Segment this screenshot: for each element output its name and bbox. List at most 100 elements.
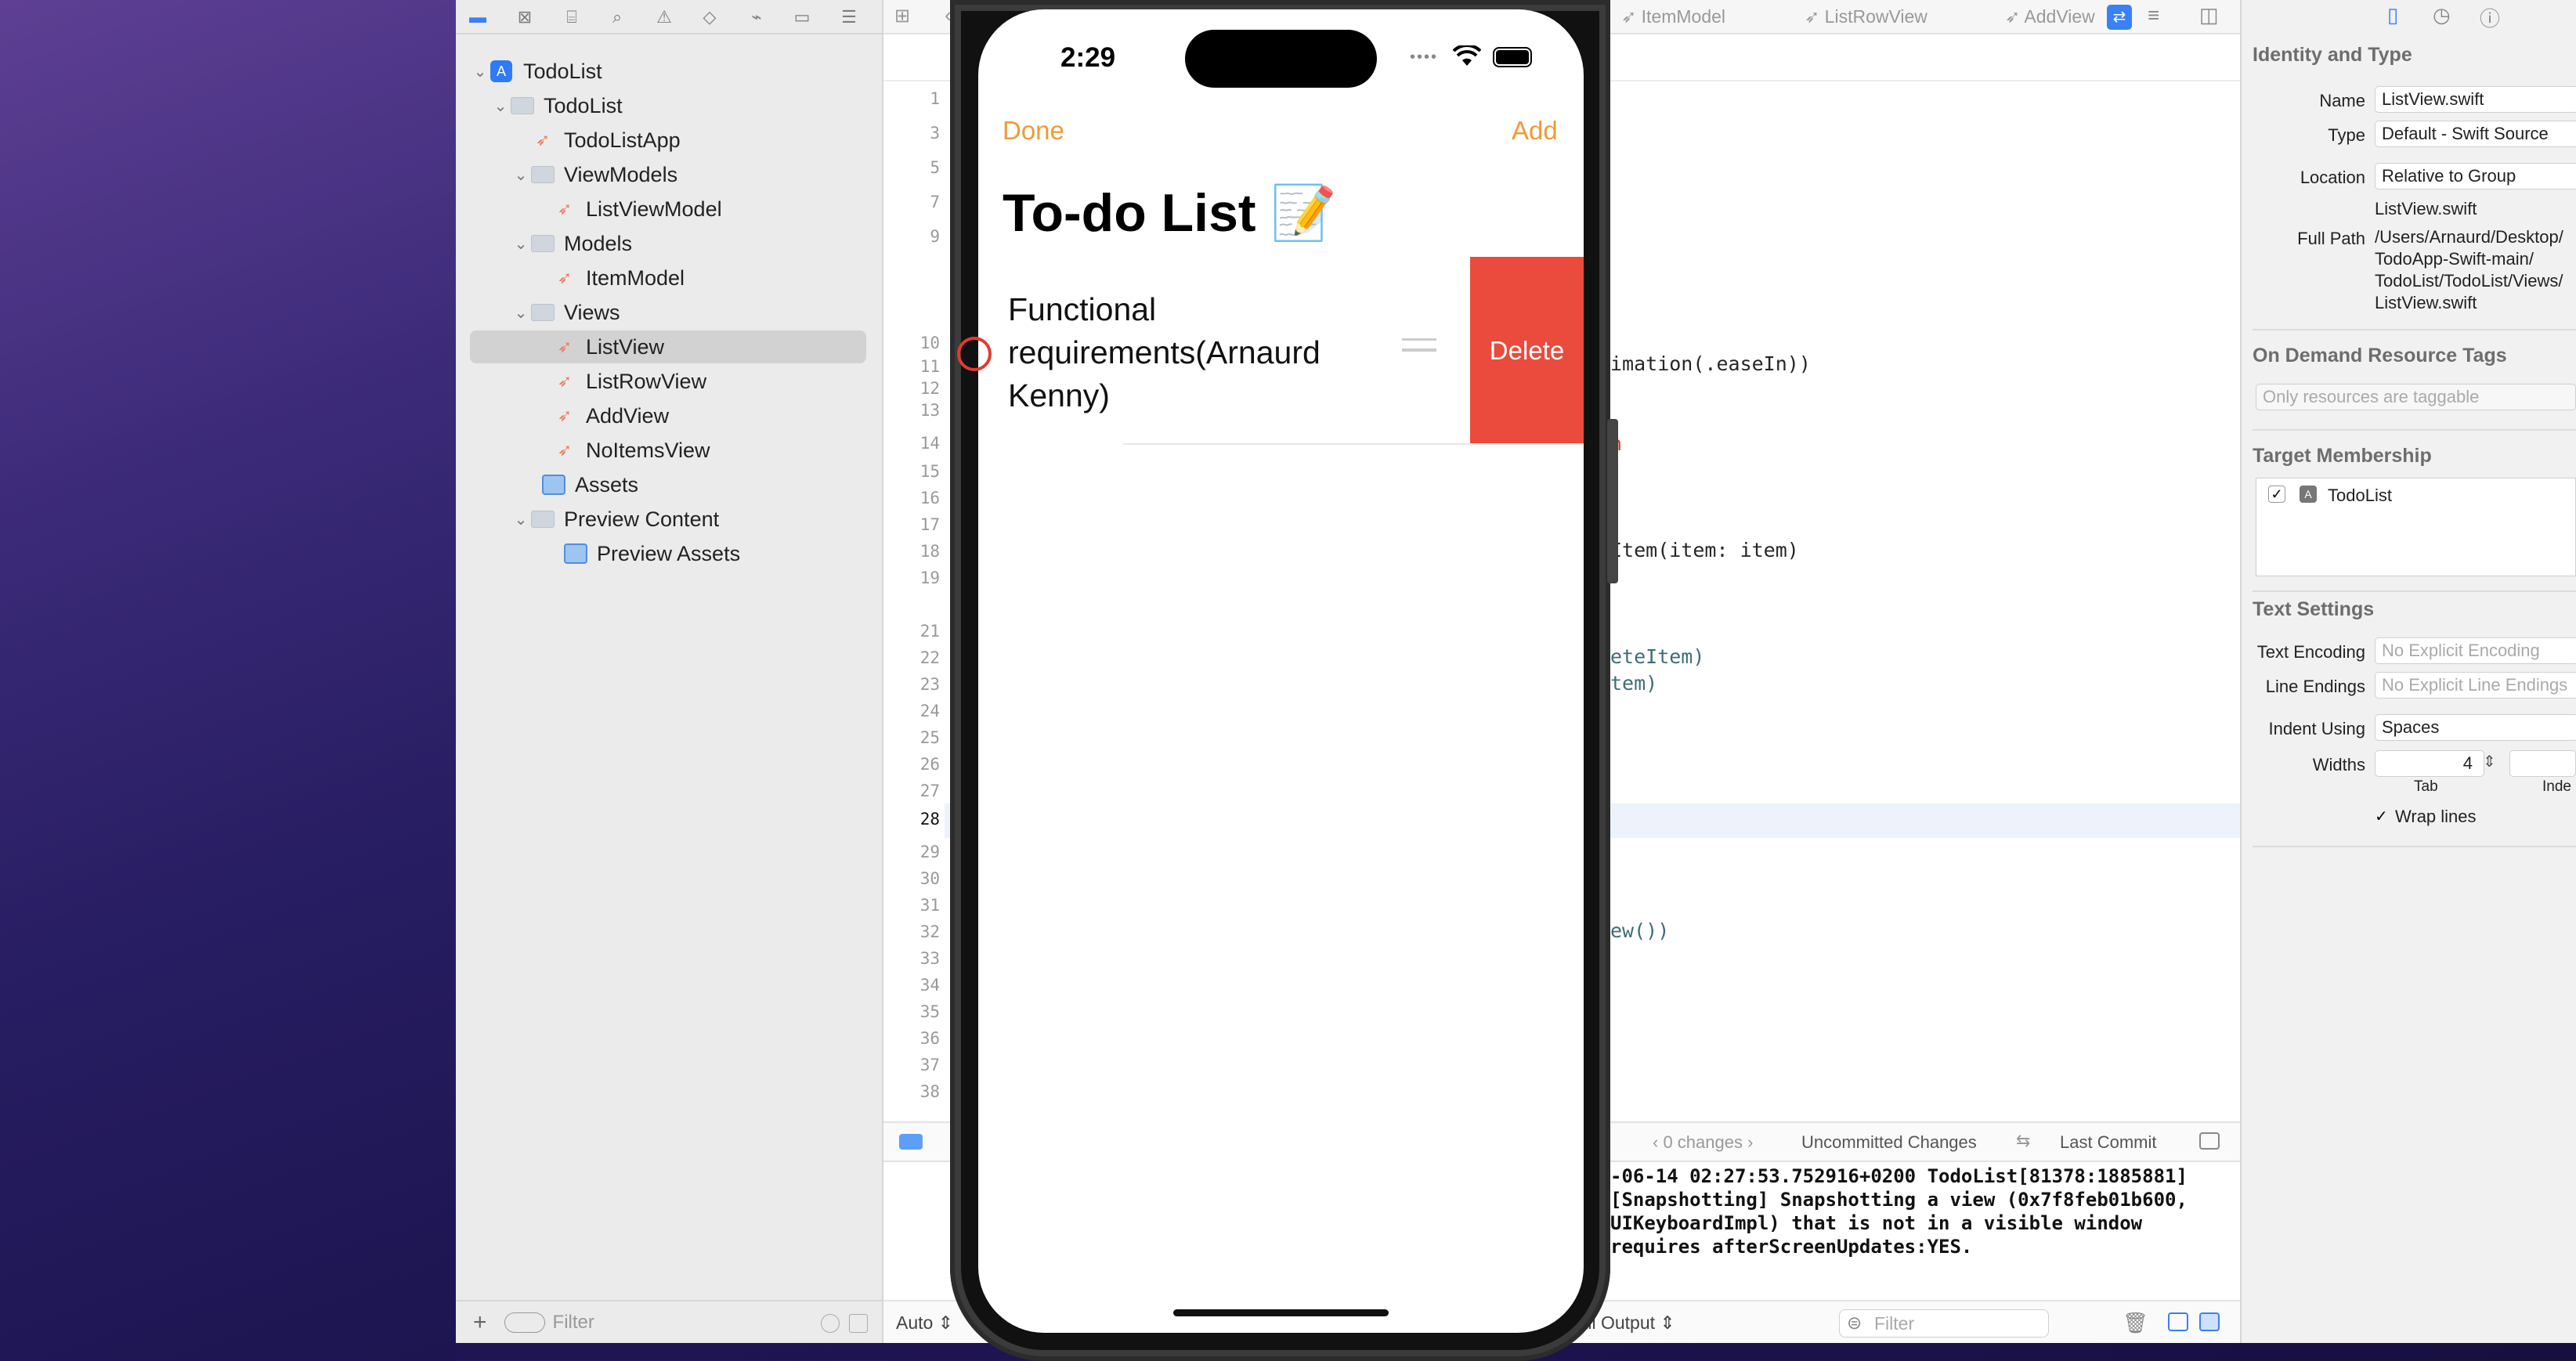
plus-icon[interactable]: + bbox=[473, 1309, 487, 1336]
symbol-icon[interactable]: ⌸ bbox=[561, 6, 583, 28]
warning-icon[interactable]: ⚠ bbox=[653, 6, 675, 28]
delete-swipe-button[interactable]: Delete bbox=[1470, 257, 1584, 445]
asset-catalog-icon bbox=[564, 543, 587, 564]
editor-tab[interactable]: ➶ ListRowView bbox=[1805, 6, 1927, 27]
type-select[interactable]: Default - Swift Source bbox=[2375, 121, 2576, 147]
history-icon[interactable]: ◷ bbox=[2433, 3, 2451, 27]
chevron-down-icon[interactable]: ⌄ bbox=[511, 303, 531, 323]
last-commit-button[interactable]: Last Commit bbox=[2060, 1132, 2156, 1153]
indent-width-field[interactable] bbox=[2509, 750, 2576, 777]
tree-item-group[interactable]: ⌄ Views bbox=[470, 296, 866, 329]
auto-label: Auto bbox=[896, 1312, 934, 1333]
incomplete-circle-icon[interactable] bbox=[957, 337, 992, 371]
line-number: 1 bbox=[930, 89, 940, 108]
tab-width-field[interactable]: 4 bbox=[2375, 750, 2484, 777]
divider bbox=[2253, 329, 2576, 330]
folder-icon bbox=[511, 97, 534, 114]
chevron-down-icon[interactable]: ⌄ bbox=[511, 165, 531, 185]
editor-options-icon[interactable]: ≡ bbox=[2148, 3, 2159, 27]
tree-item-file[interactable]: ➶ AddView bbox=[470, 399, 866, 432]
tree-item-group[interactable]: ⌄ Preview Content bbox=[470, 503, 866, 536]
help-icon[interactable]: ⓘ bbox=[2480, 3, 2500, 32]
swap-icon[interactable]: ⇆ bbox=[2016, 1131, 2030, 1151]
tree-item-asset[interactable]: Preview Assets bbox=[470, 537, 866, 570]
divider bbox=[2253, 846, 2576, 847]
swift-file-icon: ➶ bbox=[557, 371, 573, 391]
tree-item-file[interactable]: ➶ NoItemsView bbox=[470, 434, 866, 467]
grid-icon[interactable]: ⊞ bbox=[894, 5, 910, 27]
tree-item-file[interactable]: ➶ ItemModel bbox=[470, 262, 866, 294]
code-fragment[interactable]: imation(.easeIn)) bbox=[1610, 352, 1811, 375]
code-fragment[interactable]: eteItem) bbox=[1610, 645, 1704, 668]
console-view-icon[interactable] bbox=[2199, 1312, 2220, 1331]
folder-icon[interactable]: ▬ bbox=[467, 6, 489, 28]
tree-label: Assets bbox=[575, 472, 639, 496]
tree-item-file[interactable]: ➶ ListViewModel bbox=[470, 193, 866, 226]
tree-item-group[interactable]: ⌄ TodoList bbox=[470, 89, 866, 122]
tree-item-file-selected[interactable]: ➶ ListView bbox=[470, 330, 866, 363]
console-filter-input[interactable]: Filter bbox=[1839, 1309, 2049, 1338]
target-checkbox[interactable]: ✓ bbox=[2268, 486, 2285, 503]
hide-panel-icon[interactable] bbox=[2199, 1132, 2220, 1150]
name-field[interactable]: ListView.swift bbox=[2375, 86, 2576, 113]
tree-item-project[interactable]: ⌄ A TodoList bbox=[470, 55, 866, 88]
stepper-icon[interactable]: ⇕ bbox=[2483, 752, 2496, 771]
navigator-filter-input[interactable]: Filter bbox=[553, 1312, 594, 1334]
chevron-down-icon[interactable]: ⌄ bbox=[511, 234, 531, 254]
tree-item-asset[interactable]: Assets bbox=[470, 468, 866, 501]
chevron-down-icon[interactable]: ⌄ bbox=[470, 62, 490, 81]
tree-item-group[interactable]: ⌄ ViewModels bbox=[470, 158, 866, 191]
encoding-select[interactable]: No Explicit Encoding bbox=[2375, 637, 2576, 664]
editor-tab[interactable]: ➶ ItemModel bbox=[1621, 6, 1725, 27]
code-fragment[interactable]: tem) bbox=[1610, 672, 1657, 695]
trash-icon[interactable]: 🗑 bbox=[2123, 1311, 2148, 1335]
source-control-icon[interactable]: ⊠ bbox=[514, 6, 536, 28]
code-fragment[interactable]: Item(item: item) bbox=[1610, 539, 1799, 561]
changes-nav[interactable]: ‹ 0 changes › bbox=[1653, 1132, 1753, 1153]
auto-selector[interactable]: Auto ⇕ bbox=[896, 1312, 953, 1334]
line-endings-label: Line Endings bbox=[2265, 677, 2365, 696]
line-number: 24 bbox=[919, 702, 940, 720]
tree-label: NoItemsView bbox=[586, 438, 710, 462]
text-settings-title: Text Settings bbox=[2253, 598, 2375, 620]
tree-label: Models bbox=[564, 231, 633, 255]
tree-item-file[interactable]: ➶ TodoListApp bbox=[470, 124, 866, 157]
cellular-signal-icon: •••• bbox=[1410, 49, 1439, 66]
chevron-down-icon[interactable]: ⌄ bbox=[490, 96, 511, 116]
debug-icon[interactable]: ⌁ bbox=[746, 6, 768, 28]
test-icon[interactable]: ◇ bbox=[699, 6, 721, 28]
uncommitted-changes-button[interactable]: Uncommitted Changes bbox=[1801, 1132, 1977, 1153]
swift-file-icon: ➶ bbox=[557, 268, 573, 287]
refresh-canvas-icon[interactable]: ⇄ bbox=[2107, 5, 2132, 30]
line-number: 29 bbox=[919, 843, 940, 861]
home-indicator[interactable] bbox=[1173, 1309, 1389, 1316]
tree-item-group[interactable]: ⌄ Models bbox=[470, 227, 866, 260]
filter-options-icon[interactable] bbox=[504, 1312, 545, 1333]
odr-section-title: On Demand Resource Tags bbox=[2253, 345, 2507, 366]
file-inspector-icon[interactable]: ▯ bbox=[2387, 3, 2398, 27]
recent-files-icon[interactable] bbox=[821, 1314, 840, 1333]
line-endings-select[interactable]: No Explicit Line Endings bbox=[2375, 672, 2576, 699]
tree-label: TodoList bbox=[523, 59, 602, 83]
line-number: 7 bbox=[930, 193, 940, 211]
add-button[interactable]: Add bbox=[1512, 116, 1558, 146]
chevron-down-icon[interactable]: ⌄ bbox=[511, 510, 531, 529]
wrap-lines-checkbox[interactable]: ✓ bbox=[2375, 807, 2388, 826]
tree-item-file[interactable]: ➶ ListRowView bbox=[470, 365, 866, 398]
breakpoint-icon[interactable]: ▭ bbox=[791, 6, 813, 28]
search-icon[interactable]: ⌕ bbox=[606, 6, 628, 28]
editor-tab[interactable]: ➶ AddView bbox=[2005, 6, 2095, 27]
location-select[interactable]: Relative to Group bbox=[2375, 163, 2576, 190]
indent-select[interactable]: Spaces bbox=[2375, 714, 2576, 741]
line-number: 18 bbox=[919, 542, 940, 561]
done-button[interactable]: Done bbox=[1003, 116, 1064, 146]
swift-file-icon: ➶ bbox=[557, 337, 573, 356]
divider bbox=[2253, 590, 2576, 592]
add-editor-icon[interactable]: ◫ bbox=[2199, 3, 2219, 27]
code-fragment[interactable]: ew()) bbox=[1610, 919, 1669, 942]
report-icon[interactable]: ☰ bbox=[838, 6, 860, 28]
line-number: 30 bbox=[919, 869, 940, 888]
debug-toggle-icon[interactable] bbox=[899, 1134, 923, 1150]
scm-filter-icon[interactable] bbox=[849, 1314, 868, 1333]
variables-view-icon[interactable] bbox=[2168, 1312, 2188, 1331]
